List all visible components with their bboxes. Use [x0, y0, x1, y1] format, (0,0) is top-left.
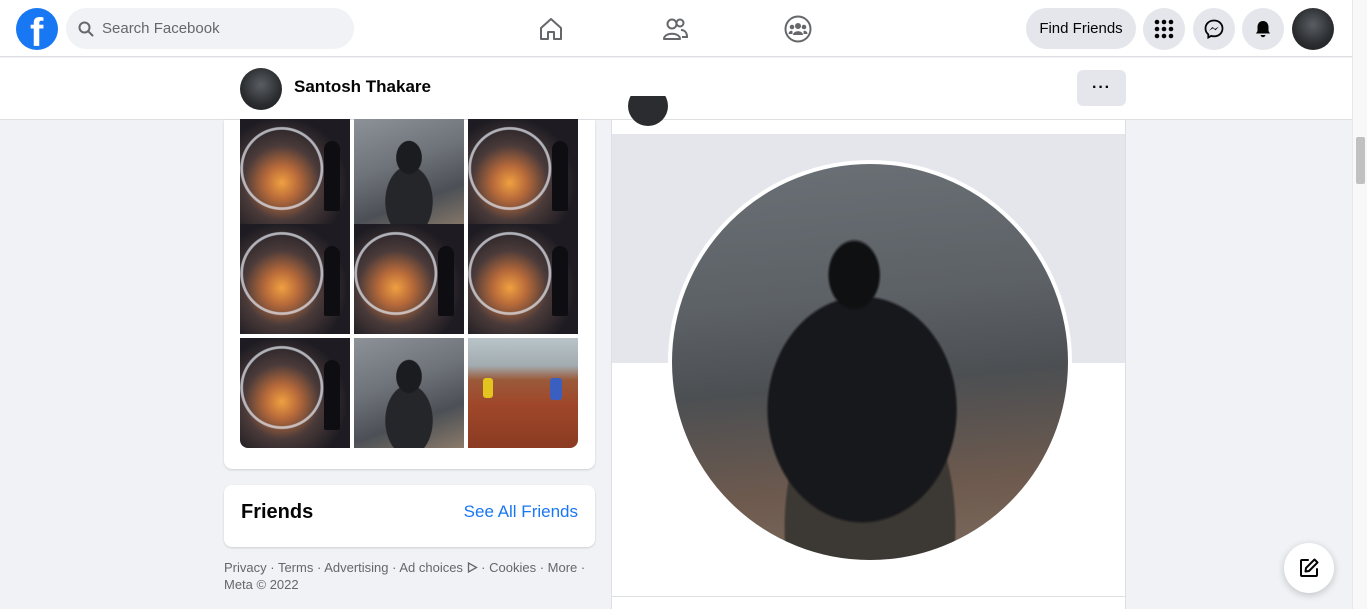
footer-link-more[interactable]: More [548, 560, 578, 575]
friends-card: Friends See All Friends [224, 485, 595, 547]
account-avatar[interactable] [1292, 8, 1334, 50]
photo-thumbnail[interactable] [354, 338, 464, 448]
photo-thumbnail[interactable] [240, 338, 350, 448]
groups-icon[interactable] [781, 12, 815, 46]
messenger-icon[interactable] [1193, 8, 1235, 50]
home-icon[interactable] [534, 12, 568, 46]
search-input[interactable] [102, 20, 332, 37]
find-friends-button[interactable]: Find Friends [1026, 8, 1136, 49]
friends-icon[interactable] [658, 12, 692, 46]
page-scrollbar[interactable] [1352, 0, 1367, 609]
search-icon [78, 21, 94, 36]
footer-link-ad-choices[interactable]: Ad choices [399, 560, 478, 575]
facebook-logo-icon[interactable]: f [16, 8, 58, 50]
profile-avatar[interactable] [240, 68, 282, 110]
photo-thumbnail[interactable] [468, 338, 578, 448]
photos-card [224, 119, 595, 469]
profile-name[interactable]: Santosh Thakare [294, 77, 431, 97]
search-box[interactable] [66, 8, 354, 49]
footer-link-privacy[interactable]: Privacy [224, 560, 267, 575]
photo-thumbnail[interactable] [240, 224, 350, 334]
compose-icon [1300, 558, 1319, 577]
more-options-button[interactable]: ··· [1077, 70, 1126, 106]
photo-thumbnail[interactable] [468, 224, 578, 334]
see-all-friends-link[interactable]: See All Friends [464, 502, 578, 522]
photo-thumbnail[interactable] [468, 119, 578, 229]
new-message-button[interactable] [1284, 543, 1334, 593]
post-author-avatar[interactable] [628, 96, 668, 126]
scrollbar-thumb[interactable] [1356, 137, 1365, 184]
menu-grid-icon[interactable] [1143, 8, 1185, 50]
friends-heading[interactable]: Friends [241, 501, 313, 524]
post-card [611, 120, 1126, 609]
footer-link-terms[interactable]: Terms [278, 560, 313, 575]
profile-header-bar: Santosh Thakare ··· [0, 58, 1352, 120]
photo-thumbnail[interactable] [240, 119, 350, 229]
footer-link-advertising[interactable]: Advertising [324, 560, 388, 575]
footer-links: Privacy · Terms · Advertising · Ad choic… [224, 560, 586, 592]
photo-thumbnail[interactable] [354, 119, 464, 229]
post-divider [612, 596, 1125, 597]
photo-thumbnail[interactable] [354, 224, 464, 334]
footer-copyright: Meta © 2022 [224, 577, 299, 592]
profile-picture-photo[interactable] [668, 160, 1072, 564]
facebook-logo-glyph: f [30, 11, 44, 50]
footer-link-cookies[interactable]: Cookies [489, 560, 536, 575]
notifications-icon[interactable] [1242, 8, 1284, 50]
ad-choices-icon [467, 561, 478, 574]
top-navigation-bar: f Find Friends [0, 0, 1352, 57]
